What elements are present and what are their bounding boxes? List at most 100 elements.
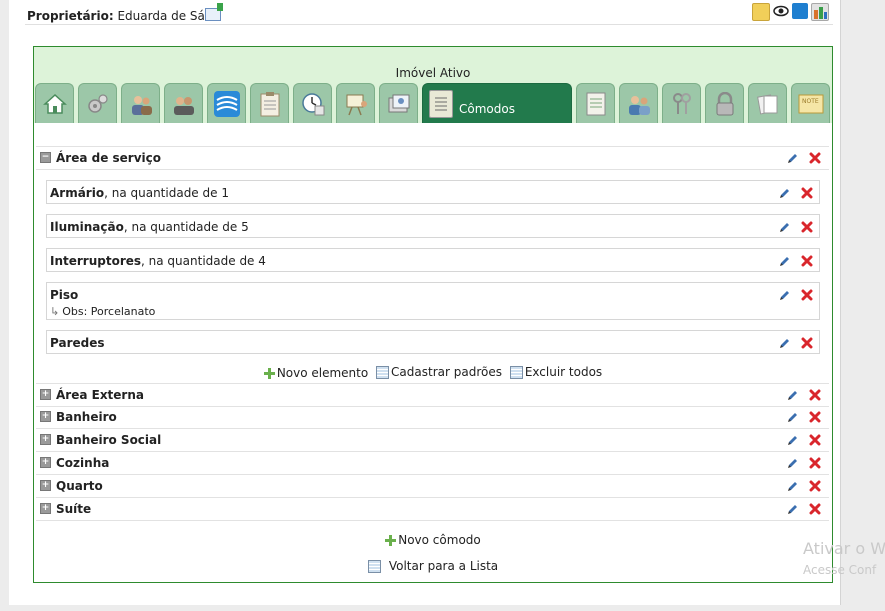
- new-room-link[interactable]: Novo cômodo: [385, 533, 481, 547]
- tab-settings[interactable]: [78, 83, 117, 123]
- item-actions: [779, 187, 813, 199]
- building-icon[interactable]: [811, 3, 829, 21]
- tab-bar: Cômodos NOTE: [35, 83, 830, 123]
- tab-presentation[interactable]: [336, 83, 375, 123]
- tab-notes[interactable]: NOTE: [791, 83, 830, 123]
- pencil-icon[interactable]: [787, 389, 799, 401]
- section-actions: [787, 389, 821, 401]
- pencil-icon[interactable]: [779, 337, 791, 349]
- delete-icon[interactable]: [809, 389, 821, 401]
- delete-icon[interactable]: [801, 255, 813, 267]
- delete-icon[interactable]: [809, 434, 821, 446]
- lock-icon: [712, 91, 738, 117]
- pencil-icon[interactable]: [787, 434, 799, 446]
- section-row[interactable]: + Área Externa: [36, 383, 829, 407]
- section-name: Cozinha: [56, 456, 110, 470]
- section-row[interactable]: + Banheiro: [36, 406, 829, 429]
- section-row[interactable]: + Banheiro Social: [36, 429, 829, 452]
- item-name: Piso: [50, 288, 79, 302]
- delete-icon[interactable]: [801, 221, 813, 233]
- delete-icon[interactable]: [809, 152, 821, 164]
- home-icon: [42, 91, 68, 117]
- back-row: Voltar para a Lista: [34, 559, 832, 576]
- pencil-icon[interactable]: [787, 152, 799, 164]
- pencil-icon[interactable]: [787, 480, 799, 492]
- pencil-icon[interactable]: [779, 289, 791, 301]
- register-defaults-link[interactable]: Cadastrar padrões: [376, 365, 502, 379]
- section-row[interactable]: + Cozinha: [36, 452, 829, 475]
- tab-users[interactable]: [619, 83, 658, 123]
- list-item: Piso ↳ Obs: Porcelanato: [46, 282, 820, 320]
- tab-photos[interactable]: [379, 83, 418, 123]
- documents-icon: [755, 91, 781, 117]
- section-actions: [787, 411, 821, 423]
- list-icon: [376, 365, 390, 379]
- delete-icon[interactable]: [801, 289, 813, 301]
- expand-icon[interactable]: +: [40, 389, 51, 400]
- delete-icon[interactable]: [809, 411, 821, 423]
- pencil-icon[interactable]: [787, 503, 799, 515]
- plus-icon: [263, 367, 275, 379]
- section-row[interactable]: + Suíte: [36, 498, 829, 521]
- gears-icon: [85, 91, 111, 117]
- wave-icon[interactable]: [792, 3, 808, 19]
- presentation-icon: [343, 91, 369, 117]
- collapse-icon[interactable]: −: [40, 152, 51, 163]
- delete-icon[interactable]: [801, 187, 813, 199]
- new-element-link[interactable]: Novo elemento: [263, 366, 368, 380]
- list-item: Armário, na quantidade de 1: [46, 180, 820, 204]
- clipboard-icon: [257, 91, 283, 117]
- delete-icon[interactable]: [809, 503, 821, 515]
- note-icon[interactable]: [752, 3, 770, 21]
- new-room-label: Novo cômodo: [398, 533, 481, 547]
- section-row[interactable]: − Área de serviço: [36, 146, 829, 170]
- expand-icon[interactable]: +: [40, 434, 51, 445]
- section-name: Suíte: [56, 502, 92, 516]
- section-actions: [787, 457, 821, 469]
- users-icon: [626, 91, 652, 117]
- svg-text:NOTE: NOTE: [802, 98, 819, 105]
- item-label: Iluminação, na quantidade de 5: [50, 220, 249, 234]
- expand-icon[interactable]: +: [40, 411, 51, 422]
- expand-icon[interactable]: +: [40, 480, 51, 491]
- section-name: Área Externa: [56, 388, 144, 402]
- pencil-icon[interactable]: [779, 221, 791, 233]
- back-to-list-link[interactable]: Voltar para a Lista: [367, 559, 498, 573]
- pencil-icon[interactable]: [787, 411, 799, 423]
- item-quantity: , na quantidade de 1: [104, 186, 229, 200]
- tab-keys[interactable]: [662, 83, 701, 123]
- tab-checklist[interactable]: [576, 83, 615, 123]
- expand-icon[interactable]: +: [40, 503, 51, 514]
- item-label: Paredes: [50, 336, 105, 350]
- list-icon: [367, 559, 381, 573]
- eye-icon[interactable]: [773, 3, 789, 19]
- note-icon: NOTE: [798, 91, 824, 117]
- tab-wave[interactable]: [207, 83, 246, 123]
- item-name: Armário: [50, 186, 105, 200]
- tab-home[interactable]: [35, 83, 74, 123]
- section-actions: [787, 503, 821, 515]
- obs-text: Obs: Porcelanato: [62, 305, 156, 318]
- tab-owners[interactable]: [121, 83, 160, 123]
- delete-all-link[interactable]: Excluir todos: [509, 365, 603, 379]
- tab-clipboard[interactable]: [250, 83, 289, 123]
- tab-rooms[interactable]: Cômodos: [422, 83, 572, 123]
- owner-name[interactable]: Eduarda de Sá: [117, 9, 204, 23]
- pencil-icon[interactable]: [787, 457, 799, 469]
- pencil-icon[interactable]: [779, 255, 791, 267]
- delete-icon[interactable]: [809, 480, 821, 492]
- people-icon: [128, 91, 154, 117]
- expand-icon[interactable]: +: [40, 457, 51, 468]
- tab-group[interactable]: [164, 83, 203, 123]
- delete-icon[interactable]: [801, 337, 813, 349]
- section-name: Banheiro Social: [56, 433, 162, 447]
- delete-icon[interactable]: [809, 457, 821, 469]
- section-row[interactable]: + Quarto: [36, 475, 829, 498]
- email-icon[interactable]: [204, 3, 223, 21]
- pencil-icon[interactable]: [779, 187, 791, 199]
- tab-schedule[interactable]: [293, 83, 332, 123]
- delete-all-label: Excluir todos: [524, 365, 603, 379]
- tab-documents[interactable]: [748, 83, 787, 123]
- section-name: Área de serviço: [56, 151, 162, 165]
- tab-lock[interactable]: [705, 83, 744, 123]
